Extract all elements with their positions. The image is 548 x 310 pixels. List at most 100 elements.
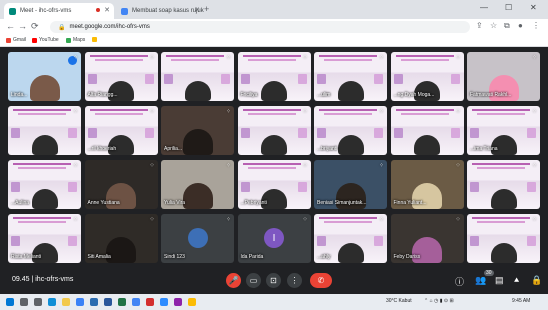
tile-more-icon[interactable]: ⁘	[455, 108, 460, 115]
participant-tile[interactable]: ⁘ Siti Amalia	[84, 214, 158, 263]
camera-button[interactable]: ▭	[246, 273, 261, 288]
forward-icon[interactable]: →	[18, 21, 27, 31]
store-icon[interactable]	[76, 298, 84, 306]
tile-more-icon[interactable]: ⁘	[73, 108, 78, 115]
word-icon[interactable]	[104, 298, 112, 306]
close-tab-icon[interactable]: ✕	[104, 6, 110, 14]
new-tab-button[interactable]: +	[204, 4, 209, 14]
zoom-icon[interactable]	[160, 298, 168, 306]
close-window-button[interactable]: ✕	[530, 3, 537, 12]
participant-tile[interactable]: ⁘	[467, 214, 540, 263]
participant-tile[interactable]: ⁘	[390, 106, 464, 155]
tile-more-icon[interactable]: ⁘	[379, 108, 384, 115]
tile-more-icon[interactable]: ⁘	[532, 108, 537, 115]
tile-more-icon[interactable]: ⁘	[226, 216, 231, 223]
participant-tile[interactable]: ⁘ ...ima Triana	[467, 106, 540, 155]
tile-more-icon[interactable]: ⁘	[149, 54, 154, 61]
participant-tile[interactable]: ⁘ Linda...	[8, 52, 81, 101]
tile-more-icon[interactable]: ⁘	[455, 162, 460, 169]
extensions-icon[interactable]: ⧉	[504, 21, 510, 31]
edge-icon[interactable]	[48, 298, 56, 306]
star-icon[interactable]: ☆	[490, 21, 497, 30]
more-options-button[interactable]: ⋮	[287, 273, 302, 288]
tile-more-icon[interactable]: ⁘	[73, 216, 78, 223]
maximize-button[interactable]: ☐	[505, 3, 512, 12]
participant-tile[interactable]: I ⁘ Ida Parida	[237, 214, 311, 263]
tile-more-icon[interactable]: ⁘	[73, 54, 78, 61]
chrome-icon[interactable]	[132, 298, 140, 306]
tile-more-icon[interactable]: ⁘	[226, 108, 231, 115]
mail-icon[interactable]	[90, 298, 98, 306]
minimize-button[interactable]: —	[480, 3, 488, 12]
explorer-icon[interactable]	[62, 298, 70, 306]
host-controls-button[interactable]: 🔒	[531, 275, 542, 286]
app-icon[interactable]	[146, 298, 154, 306]
tile-more-icon[interactable]: ⁘	[379, 162, 384, 169]
tile-more-icon[interactable]: ⁘	[532, 54, 537, 61]
participant-tile[interactable]: ⁘ Feby Dariss	[390, 214, 464, 263]
mic-off-button[interactable]: 🎤	[226, 273, 241, 288]
bookmark-gmail[interactable]: Gmail	[6, 37, 26, 43]
chrome2-icon[interactable]	[188, 298, 196, 306]
reload-icon[interactable]: ⟳	[31, 21, 39, 32]
tile-more-icon[interactable]: ⁘	[226, 162, 231, 169]
participant-tile[interactable]: ⁘	[467, 160, 540, 209]
bookmark-youtube[interactable]: YouTube	[32, 37, 59, 43]
info-button[interactable]: ⓘ	[455, 275, 464, 288]
participant-tile[interactable]: ⁘ Rista Melianti	[8, 214, 81, 263]
tile-more-icon[interactable]: ⁘	[302, 54, 307, 61]
profile-icon[interactable]: ●	[518, 21, 523, 30]
bookmark-maps[interactable]: Maps	[66, 37, 85, 43]
participant-tile[interactable]: ⁘ Sindi 123	[161, 214, 234, 263]
browser-tab[interactable]: Membuat soap kasus rujukan ib...✕	[116, 3, 204, 19]
participant-tile[interactable]: ⁘ Fatmawati Rakhl...	[467, 52, 540, 101]
tile-more-icon[interactable]: ⁘	[379, 54, 384, 61]
tile-more-icon[interactable]: ⁘	[73, 162, 78, 169]
back-icon[interactable]: ←	[6, 21, 15, 31]
system-clock[interactable]: 9:45 AM	[512, 298, 530, 304]
participant-tile[interactable]: ⁘ Aprilia...	[161, 106, 234, 155]
bookmark-folder-icon[interactable]	[92, 37, 99, 42]
participant-tile[interactable]: ⁘ Anne Yustiana	[84, 160, 158, 209]
search-icon[interactable]	[20, 298, 28, 306]
tile-more-icon[interactable]: ⁘	[302, 108, 307, 115]
participant-tile[interactable]: ⁘ ...ulim	[314, 52, 387, 101]
people-button[interactable]: 👥	[475, 275, 486, 286]
participant-tile[interactable]: ⁘ Alfa Riangg...	[84, 52, 158, 101]
participant-tile[interactable]: ⁘ Finna Yuliant...	[390, 160, 464, 209]
app2-icon[interactable]	[174, 298, 182, 306]
system-tray-icons[interactable]: ⌃ ⌂ ◷ ▮ ⊙ ⊞	[424, 298, 454, 304]
start-icon[interactable]	[6, 298, 14, 306]
task-view-icon[interactable]	[34, 298, 42, 306]
participant-tile[interactable]: ⁘ ...ng Dyah Moga...	[390, 52, 464, 101]
participant-tile[interactable]: ⁘	[8, 106, 81, 155]
participant-tile[interactable]: ⁘	[237, 106, 311, 155]
chat-button[interactable]: ▤	[495, 275, 504, 286]
leave-call-button[interactable]: ✆	[310, 273, 332, 288]
participant-tile[interactable]: ⁘ ...Pebriyanti	[237, 160, 311, 209]
browser-tab[interactable]: Meet - ihc-ofrs-vms ✕	[4, 3, 114, 19]
participant-tile[interactable]: ⁘ ...ril khoeriah	[84, 106, 158, 155]
tile-more-icon[interactable]: ⁘	[379, 216, 384, 223]
participant-tile[interactable]: ⁘	[161, 52, 234, 101]
tile-more-icon[interactable]: ⁘	[455, 216, 460, 223]
menu-icon[interactable]: ⋮	[532, 21, 540, 30]
excel-icon[interactable]	[118, 298, 126, 306]
participant-tile[interactable]: ⁘ ...Aulina	[8, 160, 81, 209]
tile-more-icon[interactable]: ⁘	[302, 162, 307, 169]
weather-text[interactable]: 30°C Kabut	[386, 298, 412, 304]
tile-more-icon[interactable]: ⁘	[149, 216, 154, 223]
url-field[interactable]: 🔒 meet.google.com/ihc-ofrs-vms	[50, 21, 470, 33]
tile-more-icon[interactable]: ⁘	[149, 108, 154, 115]
participant-tile[interactable]: ⁘ Friciliya	[237, 52, 311, 101]
participant-tile[interactable]: ⁘ ...ahly	[314, 214, 387, 263]
tile-more-icon[interactable]: ⁘	[149, 162, 154, 169]
participant-tile[interactable]: ⁘ ...briyanti	[314, 106, 387, 155]
tile-more-icon[interactable]: ⁘	[226, 54, 231, 61]
activities-button[interactable]: ⯅	[513, 275, 520, 286]
tile-more-icon[interactable]: ⁘	[532, 162, 537, 169]
participant-tile[interactable]: ⁘ Beniasi Simanjuntak...	[314, 160, 387, 209]
tile-more-icon[interactable]: ⁘	[532, 216, 537, 223]
tile-more-icon[interactable]: ⁘	[455, 54, 460, 61]
present-button[interactable]: ⊡	[266, 273, 281, 288]
